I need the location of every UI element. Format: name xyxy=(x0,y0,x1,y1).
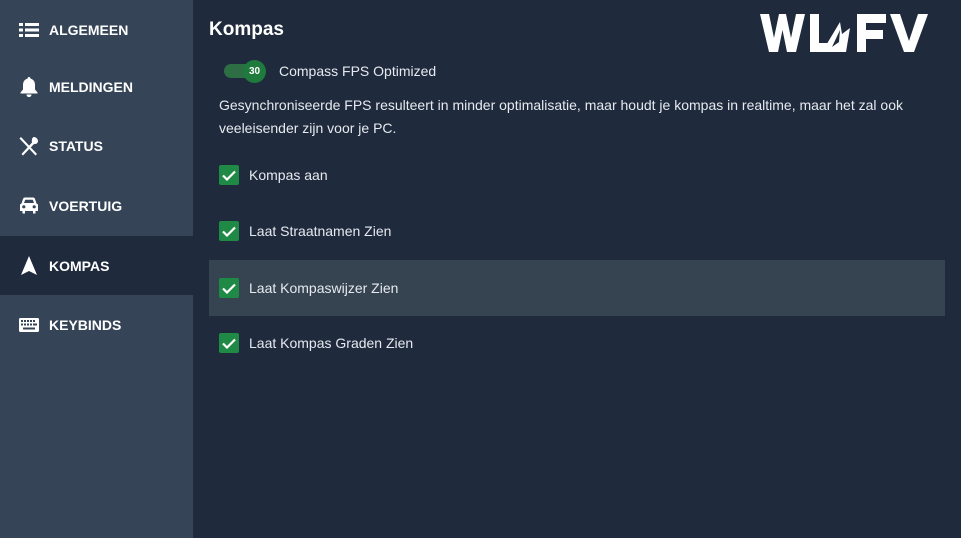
sidebar-item-meldingen[interactable]: MELDINGEN xyxy=(0,57,193,116)
checkbox[interactable] xyxy=(219,221,239,241)
keyboard-icon xyxy=(19,315,39,335)
option-straatnamen[interactable]: Laat Straatnamen Zien xyxy=(209,203,945,259)
option-label: Laat Straatnamen Zien xyxy=(249,223,392,239)
checkbox[interactable] xyxy=(219,278,239,298)
sidebar-item-keybinds[interactable]: KEYBINDS xyxy=(0,295,193,354)
sidebar-item-label: KOMPAS xyxy=(49,257,110,274)
check-icon xyxy=(222,338,236,349)
fps-optimized-toggle[interactable]: 30 xyxy=(224,60,266,83)
option-label: Laat Kompas Graden Zien xyxy=(249,335,414,351)
checkbox[interactable] xyxy=(219,165,239,185)
checkbox[interactable] xyxy=(219,333,239,353)
list-icon xyxy=(19,20,39,40)
option-kompaswijzer[interactable]: Laat Kompaswijzer Zien xyxy=(209,260,945,316)
sidebar-item-voertuig[interactable]: VOERTUIG xyxy=(0,176,193,235)
wlfv-logo xyxy=(760,12,946,59)
sidebar-item-label: KEYBINDS xyxy=(49,316,122,333)
option-label: Kompas aan xyxy=(249,167,328,183)
option-kompas-graden[interactable]: Laat Kompas Graden Zien xyxy=(209,315,945,371)
bell-icon xyxy=(19,76,39,97)
sidebar-item-label: MELDINGEN xyxy=(49,78,133,95)
sidebar-item-label: ALGEMEEN xyxy=(49,21,129,38)
sidebar-item-status[interactable]: STATUS xyxy=(0,116,193,175)
sidebar-item-kompas[interactable]: KOMPAS xyxy=(0,236,193,295)
toggle-knob: 30 xyxy=(243,60,266,83)
page-title: Kompas xyxy=(209,19,284,40)
sidebar-item-label: STATUS xyxy=(49,137,103,154)
sidebar: ALGEMEEN MELDINGEN STATUS VOERTUIG KOMPA… xyxy=(0,0,193,538)
option-label: Laat Kompaswijzer Zien xyxy=(249,280,399,296)
check-icon xyxy=(222,283,236,294)
check-icon xyxy=(222,170,236,181)
sidebar-item-algemeen[interactable]: ALGEMEEN xyxy=(0,0,193,59)
check-icon xyxy=(222,226,236,237)
navigation-arrow-icon xyxy=(19,255,39,276)
car-icon xyxy=(19,196,39,216)
sidebar-item-label: VOERTUIG xyxy=(49,197,123,214)
description-text: Gesynchroniseerde FPS resulteert in mind… xyxy=(219,97,903,136)
toggle-label: Compass FPS Optimized xyxy=(279,63,437,79)
utensils-icon xyxy=(19,136,39,156)
option-kompas-aan[interactable]: Kompas aan xyxy=(209,147,945,203)
